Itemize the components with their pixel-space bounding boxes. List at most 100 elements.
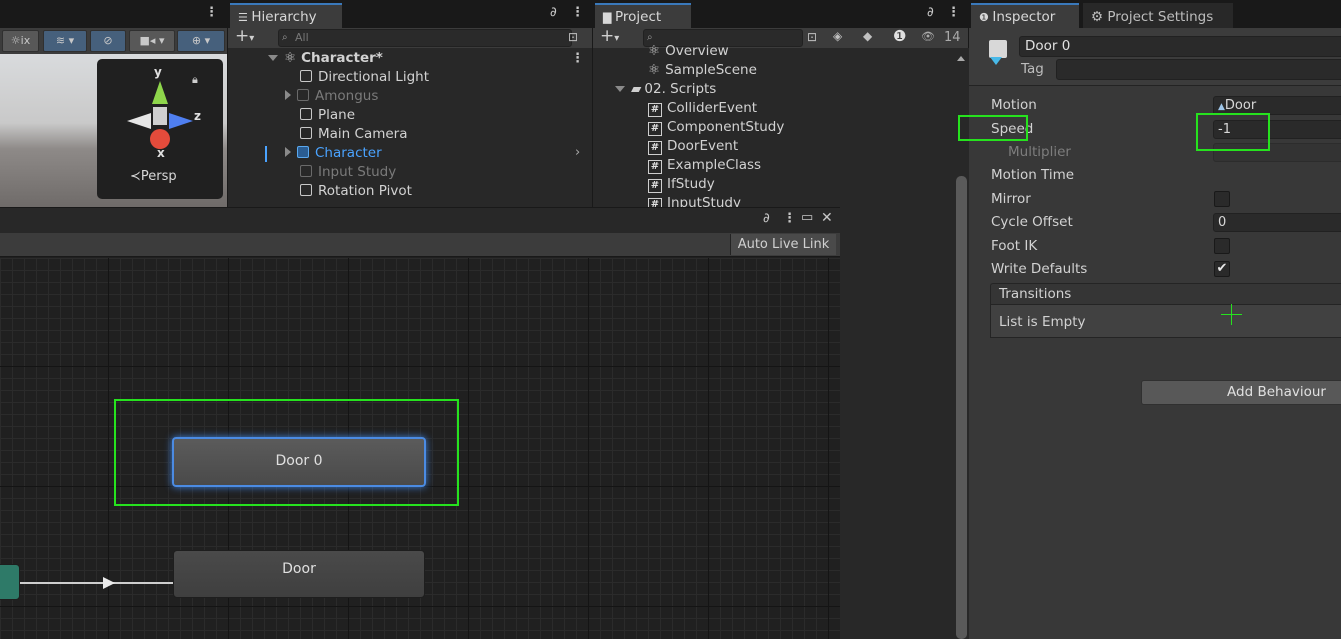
scene-visibility-button[interactable]: ⊘ bbox=[90, 30, 126, 52]
project-item[interactable]: # DoorEvent bbox=[648, 137, 738, 156]
project-panel: ▇ Project ∂ ⋮ +▾ ⌕ ⊡ ◈ ◆ ❶ 👁︎ 14 ⚛ Overvi… bbox=[592, 0, 969, 207]
project-item[interactable]: ⚛ SampleScene bbox=[648, 61, 757, 80]
entry-node[interactable] bbox=[0, 564, 20, 600]
hierarchy-item[interactable]: Rotation Pivot bbox=[300, 182, 412, 201]
tag-field[interactable] bbox=[1056, 59, 1341, 80]
project-item[interactable]: # InputStudy bbox=[648, 194, 741, 207]
chevron-right-icon[interactable]: › bbox=[575, 145, 580, 160]
crosshair-cursor-icon-vertical bbox=[1231, 304, 1232, 325]
lock-icon[interactable]: 🔒︎ bbox=[192, 73, 198, 87]
project-item-label: SampleScene bbox=[665, 62, 757, 78]
scene-tabbar: ⋮ bbox=[0, 0, 227, 28]
list-empty-label: List is Empty bbox=[999, 314, 1086, 330]
csharp-script-icon: # bbox=[648, 122, 662, 136]
hierarchy-item-label: Rotation Pivot bbox=[318, 183, 412, 199]
hierarchy-item-label: Character* bbox=[301, 50, 383, 66]
scrollbar-thumb[interactable] bbox=[956, 176, 967, 639]
hierarchy-create-button[interactable]: +▾ bbox=[235, 26, 254, 46]
hierarchy-filter-icon[interactable]: ⊡ bbox=[568, 30, 578, 44]
gear-icon: ⚙ bbox=[1091, 9, 1108, 25]
collapsed-arrow-icon[interactable] bbox=[285, 90, 291, 100]
add-behaviour-label: Add Behaviour bbox=[1227, 384, 1326, 400]
close-icon[interactable]: ✕ bbox=[821, 210, 833, 226]
foot-ik-checkbox[interactable] bbox=[1214, 238, 1230, 254]
search-by-type-icon[interactable]: ⊡ bbox=[807, 30, 817, 44]
object-name-field[interactable]: Door 0 bbox=[1019, 36, 1341, 57]
object-name-value: Door 0 bbox=[1025, 38, 1071, 54]
tab-inspector[interactable]: ❶ Inspector bbox=[971, 3, 1079, 28]
write-defaults-checkbox[interactable]: ✔ bbox=[1214, 261, 1230, 277]
scene-menu-icon[interactable]: ⋮ bbox=[205, 5, 218, 20]
gizmo-x-label: x bbox=[157, 146, 165, 160]
camera-button[interactable]: ■◂ ▾ bbox=[129, 30, 175, 52]
tab-project-settings[interactable]: ⚙ Project Settings bbox=[1083, 3, 1233, 28]
speed-field[interactable]: -1 bbox=[1213, 120, 1341, 139]
expand-arrow-icon[interactable] bbox=[615, 86, 625, 92]
hierarchy-item[interactable]: Amongus bbox=[285, 87, 378, 106]
transition-line[interactable] bbox=[20, 582, 173, 584]
cycle-offset-field[interactable]: 0 bbox=[1213, 213, 1341, 232]
inspector-scrollbar[interactable] bbox=[954, 48, 969, 639]
project-create-button[interactable]: +▾ bbox=[600, 26, 619, 46]
hierarchy-item[interactable]: Directional Light bbox=[300, 68, 429, 87]
project-item-label: Overview bbox=[665, 44, 729, 59]
expand-arrow-icon[interactable] bbox=[268, 55, 278, 61]
add-behaviour-button[interactable]: Add Behaviour bbox=[1141, 380, 1341, 405]
tab-project[interactable]: ▇ Project bbox=[595, 3, 691, 28]
animator-lock-icon[interactable]: ∂ bbox=[763, 211, 770, 226]
animator-toolbar bbox=[0, 233, 840, 257]
hierarchy-lock-icon[interactable]: ∂ bbox=[550, 5, 557, 20]
hierarchy-item-label: Main Camera bbox=[318, 126, 408, 142]
project-folder[interactable]: ▰ 02. Scripts bbox=[615, 80, 716, 99]
hierarchy-item-label: Character bbox=[315, 145, 382, 161]
hierarchy-item-selected[interactable]: Character bbox=[285, 144, 382, 163]
hierarchy-list: ⚛ Character* ⋮ Directional Light Amongus … bbox=[228, 48, 593, 207]
auto-live-link-button[interactable]: Auto Live Link bbox=[730, 234, 836, 255]
collapsed-arrow-icon[interactable] bbox=[285, 147, 291, 157]
gizmo-z-label: z bbox=[194, 109, 201, 123]
scene-view-panel: ⋮ ☼ⅰx ≋ ▾ ⊘ ■◂ ▾ ⊕ ▾ y z x 🔒︎ ≺Persp bbox=[0, 0, 227, 207]
hierarchy-item-root[interactable]: ⚛ Character* bbox=[268, 49, 383, 68]
project-item[interactable]: # ColliderEvent bbox=[648, 99, 757, 118]
project-item-label: ColliderEvent bbox=[667, 100, 758, 116]
project-lock-icon[interactable]: ∂ bbox=[927, 5, 934, 20]
project-menu-icon[interactable]: ⋮ bbox=[947, 5, 960, 20]
state-node-selected[interactable]: Door 0 bbox=[172, 437, 426, 487]
project-item-label: ExampleClass bbox=[667, 157, 762, 173]
project-item[interactable]: ⚛ Overview bbox=[648, 44, 729, 61]
hierarchy-search-input[interactable]: ⌕ All bbox=[278, 29, 572, 47]
fx-toggle-button[interactable]: ☼ⅰx bbox=[2, 30, 39, 52]
label-icon[interactable]: ◆ bbox=[863, 29, 872, 43]
tab-hierarchy[interactable]: ☰ Hierarchy bbox=[230, 3, 342, 28]
gizmos-button[interactable]: ⊕ ▾ bbox=[177, 30, 225, 52]
project-item-label: DoorEvent bbox=[667, 138, 739, 154]
scroll-up-arrow-icon[interactable] bbox=[957, 56, 965, 61]
scene-layers-button[interactable]: ≋ ▾ bbox=[43, 30, 87, 52]
animator-menu-icon[interactable]: ⋮ bbox=[783, 211, 796, 226]
motion-field[interactable]: ▲Door bbox=[1213, 96, 1341, 115]
project-item[interactable]: # IfStudy bbox=[648, 175, 715, 194]
orientation-gizmo[interactable]: y z x 🔒︎ ≺Persp bbox=[97, 59, 223, 199]
project-item[interactable]: # ExampleClass bbox=[648, 156, 761, 175]
filter-icon[interactable]: ◈ bbox=[833, 29, 842, 43]
csharp-script-icon: # bbox=[648, 103, 662, 117]
project-item[interactable]: # ComponentStudy bbox=[648, 118, 784, 137]
hierarchy-item[interactable]: Input Study bbox=[300, 163, 396, 182]
state-node-default[interactable]: Door bbox=[173, 550, 425, 598]
info-icon[interactable]: ❶ bbox=[893, 27, 906, 45]
persp-toggle[interactable]: ≺Persp bbox=[130, 169, 177, 184]
mirror-checkbox[interactable] bbox=[1214, 191, 1230, 207]
hierarchy-item[interactable]: Plane bbox=[300, 106, 355, 125]
unity-scene-icon: ⚛ bbox=[284, 50, 297, 66]
hierarchy-menu-icon[interactable]: ⋮ bbox=[571, 5, 584, 20]
maximize-icon[interactable]: ▭ bbox=[801, 210, 813, 225]
inspector-tab-label: Inspector bbox=[992, 9, 1056, 25]
cycle-offset-value: 0 bbox=[1218, 215, 1227, 230]
state-arrow-icon bbox=[990, 57, 1002, 65]
hidden-count: 14 bbox=[944, 30, 961, 45]
transitions-list: List is Empty bbox=[990, 305, 1341, 338]
write-defaults-label: Write Defaults bbox=[991, 261, 1088, 277]
hierarchy-item[interactable]: Main Camera bbox=[300, 125, 408, 144]
hidden-packages-icon[interactable]: 👁︎ bbox=[921, 30, 935, 43]
root-menu-icon[interactable]: ⋮ bbox=[571, 51, 584, 66]
